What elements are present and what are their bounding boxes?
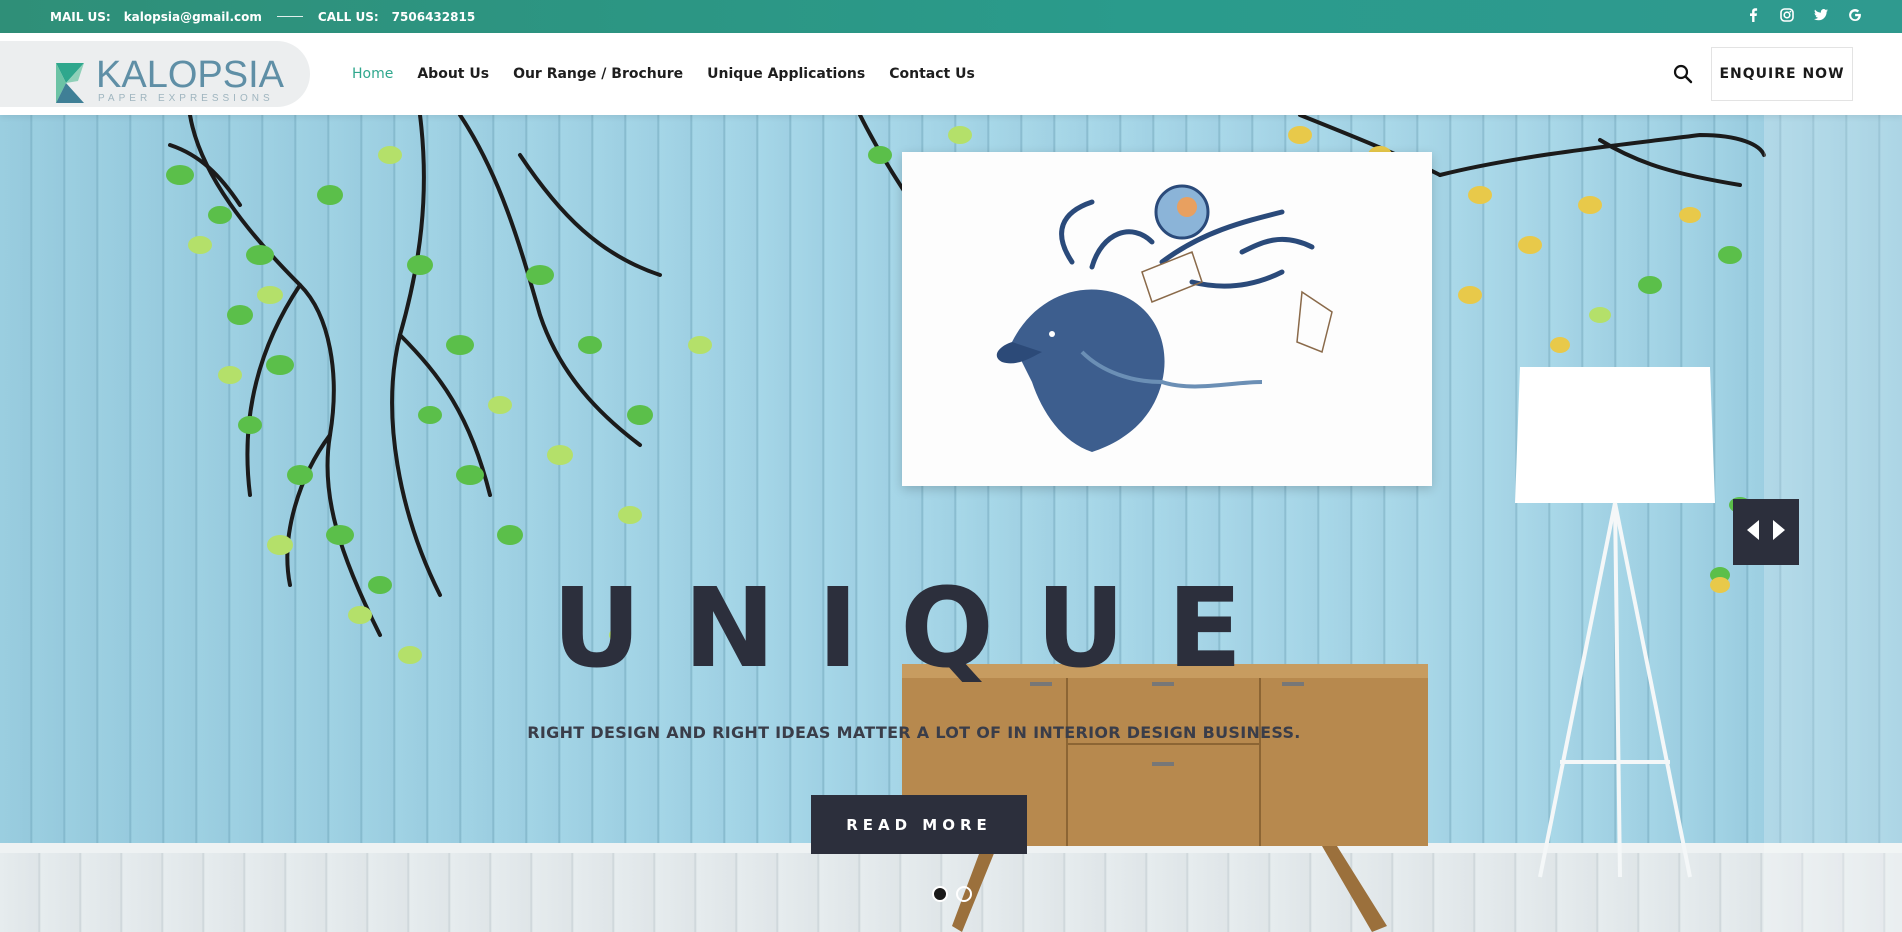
enquire-now-button[interactable]: ENQUIRE NOW (1711, 47, 1853, 101)
hero-slider: UNIQUE RIGHT DESIGN AND RIGHT IDEAS MATT… (0, 115, 1902, 932)
logo-text: KALOPSIA (96, 54, 284, 96)
nav-home[interactable]: Home (352, 66, 393, 82)
next-arrow-icon[interactable] (1773, 520, 1785, 544)
nav-contact-us[interactable]: Contact Us (889, 66, 975, 82)
deer-artwork (996, 184, 1333, 452)
main-nav: Home About Us Our Range / Brochure Uniqu… (352, 33, 975, 115)
nav-our-range-brochure[interactable]: Our Range / Brochure (513, 66, 683, 82)
wall-painting (902, 152, 1432, 486)
nav-unique-applications[interactable]: Unique Applications (707, 66, 865, 82)
phone-link[interactable]: 7506432815 (392, 10, 476, 24)
prev-arrow-icon[interactable] (1747, 520, 1759, 544)
divider (276, 16, 303, 17)
hero-headline: UNIQUE (552, 564, 1285, 692)
slider-pagination (932, 886, 972, 902)
call-label: CALL US: (317, 9, 379, 24)
contact-info: MAIL US: kalopsia@gmail.com CALL US: 750… (50, 10, 475, 24)
slider-arrows[interactable] (1733, 499, 1799, 565)
top-bar: MAIL US: kalopsia@gmail.com CALL US: 750… (0, 0, 1902, 33)
hero-subline: RIGHT DESIGN AND RIGHT IDEAS MATTER A LO… (527, 723, 1301, 742)
social-links (1746, 0, 1862, 33)
floor-lamp (1515, 367, 1715, 878)
logo-mark-icon (56, 63, 84, 103)
twitter-icon[interactable] (1814, 8, 1828, 25)
logo-tagline: PAPER EXPRESSIONS (98, 93, 274, 104)
logo[interactable]: KALOPSIA PAPER EXPRESSIONS (0, 41, 310, 107)
search-icon[interactable] (1672, 63, 1694, 85)
slide-dot-2[interactable] (956, 886, 972, 902)
google-icon[interactable] (1848, 8, 1862, 26)
instagram-icon[interactable] (1780, 7, 1794, 26)
mail-label: MAIL US: (50, 9, 111, 24)
mail-link[interactable]: kalopsia@gmail.com (124, 10, 262, 24)
site-header: KALOPSIA PAPER EXPRESSIONS Home About Us… (0, 33, 1902, 115)
slide-dot-1[interactable] (932, 886, 948, 902)
facebook-icon[interactable] (1746, 7, 1760, 26)
read-more-button[interactable]: READ MORE (811, 795, 1027, 854)
nav-about-us[interactable]: About Us (417, 66, 489, 82)
